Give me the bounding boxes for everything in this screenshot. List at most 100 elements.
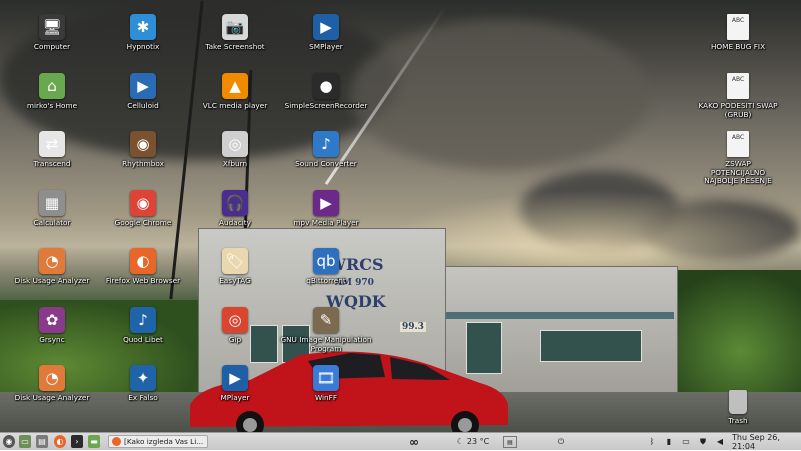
glasses-icon[interactable]: ∞ <box>403 435 425 449</box>
desktop-icon-label: EasyTAG <box>219 276 251 285</box>
transcend-icon: ⇄ <box>39 131 65 157</box>
desktop-icon-camera[interactable]: 📷 Take Screenshot <box>187 14 283 52</box>
document-home-bug-fix[interactable]: ABC HOME BUG FIX <box>690 14 786 52</box>
desktop-icon-label: Calculator <box>33 218 71 227</box>
terminal-icon[interactable]: › <box>71 435 83 448</box>
desktop-icon-disk-usage[interactable]: ◔ Disk Usage Analyzer <box>4 248 100 286</box>
desktop-icon-label: Take Screenshot <box>205 42 265 51</box>
vlc-icon: ▲ <box>222 73 248 99</box>
menu-icon[interactable]: ◉ <box>3 435 15 448</box>
rhythmbox-icon: ◉ <box>130 131 156 157</box>
desktop-icon-label: Trash <box>728 416 748 425</box>
desktop-icon-mpv[interactable]: ▶ mpv Media Player <box>278 190 374 228</box>
ex-falso-icon: ✦ <box>130 365 156 391</box>
desktop-icon-calculator[interactable]: ▦ Calculator <box>4 190 100 228</box>
desktop-icon-firefox[interactable]: ◐ Firefox Web Browser <box>95 248 191 286</box>
desktop-icon-label: Rhythmbox <box>122 159 164 168</box>
audacity-icon: 🎧 <box>222 190 248 216</box>
desktop-icon-screen-recorder[interactable]: ● SimpleScreenRecorder <box>278 73 374 111</box>
cloud <box>350 20 650 170</box>
volume-icon[interactable]: ◀ <box>715 435 725 448</box>
text-document-icon: ABC <box>727 14 749 40</box>
celluloid-icon: ▶ <box>130 73 156 99</box>
desktop-icon-ex-falso[interactable]: ✦ Ex Falso <box>95 365 191 403</box>
desktop-icon-label: WinFF <box>314 393 338 402</box>
clipboard-icon[interactable]: ▭ <box>681 435 691 448</box>
desktop-icon-smplayer[interactable]: ▶ SMPlayer <box>278 14 374 52</box>
desktop-icon-label: Ex Falso <box>128 393 158 402</box>
mplayer-icon: ▶ <box>222 365 248 391</box>
building-windows <box>540 330 642 362</box>
shield-icon[interactable]: ⛊ <box>698 435 708 448</box>
desktop-icon-label: Firefox Web Browser <box>105 276 181 285</box>
desktop-icon-label: SimpleScreenRecorder <box>284 101 368 110</box>
desktop-icon-home-folder[interactable]: ⌂ mirko's Home <box>4 73 100 111</box>
desktop-icon-gip[interactable]: ◎ Gip <box>187 307 283 345</box>
desktop-icon-grsync[interactable]: ✿ Grsync <box>4 307 100 345</box>
window-list-button[interactable]: [Kako izgleda Vas Li... <box>108 435 208 448</box>
desktop-icon-qbittorrent[interactable]: qb qBittorrent <box>278 248 374 286</box>
sound-converter-icon: ♪ <box>313 131 339 157</box>
document-kako-podesiti-swap[interactable]: ABC KAKO PODESITI SWAP (GRUB) <box>690 73 786 119</box>
desktop-icon-sound-converter[interactable]: ♪ Sound Converter <box>278 131 374 169</box>
desktop-icon-monitor[interactable]: 🖥 Computer <box>4 14 100 52</box>
desktop-icon-easytag[interactable]: 🏷 EasyTAG <box>187 248 283 286</box>
desktop-icon-label: HOME BUG FIX <box>710 42 766 51</box>
desktop-icon-transcend[interactable]: ⇄ Transcend <box>4 131 100 169</box>
moon-icon: ☾ <box>456 437 464 446</box>
desktop-icon-label: Grsync <box>39 335 65 344</box>
desktop-icon-label: Sound Converter <box>295 159 357 168</box>
desktop-icon-chrome[interactable]: ◉ Google Chrome <box>95 190 191 228</box>
desktop-icon-label: Computer <box>33 42 71 51</box>
desktop-icon-label: qBittorrent <box>306 276 346 285</box>
desktop-icon-label: VLC media player <box>202 101 268 110</box>
hypnotix-icon: ✱ <box>130 14 156 40</box>
network-icon[interactable]: ▮ <box>664 435 674 448</box>
desktop-icon-label: GNU Image Manipulation Program <box>280 335 372 353</box>
easytag-icon: 🏷 <box>222 248 248 274</box>
temperature: 23 °C <box>466 437 490 446</box>
desktop-icon-label: mpv Media Player <box>293 218 359 227</box>
firefox-icon <box>112 437 121 446</box>
desktop-icon-mplayer[interactable]: ▶ MPlayer <box>187 365 283 403</box>
desktop-icon-disk-usage[interactable]: ◔ Disk Usage Analyzer <box>4 365 100 403</box>
building-awning <box>442 312 674 319</box>
desktop-icon-winff[interactable]: 🎞 WinFF <box>278 365 374 403</box>
desktop-icon-label: MPlayer <box>220 393 250 402</box>
mpv-icon: ▶ <box>313 190 339 216</box>
desktop-icon-label: Xfburn <box>222 159 248 168</box>
desktop-icon-vlc[interactable]: ▲ VLC media player <box>187 73 283 111</box>
desktop-icon-label: Gip <box>228 335 242 344</box>
desktop-icon-label: Audacity <box>219 218 251 227</box>
desktop-icon-quod-libet[interactable]: ♪ Quod Libet <box>95 307 191 345</box>
firefox-icon[interactable]: ◐ <box>54 435 66 448</box>
files-icon[interactable]: ▤ <box>36 435 48 448</box>
desktop-icon-label: SMPlayer <box>309 42 343 51</box>
desktop-icon-hypnotix[interactable]: ✱ Hypnotix <box>95 14 191 52</box>
trash-icon <box>729 390 747 414</box>
text-document-icon: ABC <box>727 73 749 99</box>
clock[interactable]: Thu Sep 26, 21:04 <box>732 433 798 451</box>
show-desktop-icon[interactable]: ▭ <box>19 435 31 448</box>
folder-icon[interactable]: ▬ <box>88 435 100 448</box>
desktop-icon-celluloid[interactable]: ▶ Celluloid <box>95 73 191 111</box>
desktop-icon-rhythmbox[interactable]: ◉ Rhythmbox <box>95 131 191 169</box>
chrome-icon: ◉ <box>130 190 156 216</box>
firefox-icon: ◐ <box>130 248 156 274</box>
bluetooth-icon[interactable]: ᛒ <box>647 435 657 448</box>
home-folder-icon: ⌂ <box>39 73 65 99</box>
disc-burn-icon: ◎ <box>222 131 248 157</box>
desktop-icon-label: Disk Usage Analyzer <box>14 393 90 402</box>
desktop-icon-disc-burn[interactable]: ◎ Xfburn <box>187 131 283 169</box>
power-icon[interactable]: ⏻ <box>555 435 567 448</box>
document-zswap[interactable]: ABC ZSWAP POTENCIJALNO NAJBOLJE RESENJE <box>690 131 786 186</box>
weather-applet[interactable]: ☾ 23 °C <box>453 435 493 448</box>
calendar-icon[interactable]: ▤ <box>503 436 517 448</box>
taskbar: ◉ ▭ ▤ ◐ › ▬ [Kako izgleda Vas Li... ∞ ☾ … <box>0 432 801 451</box>
gimp-icon: ✎ <box>313 307 339 333</box>
desktop-icon-gimp[interactable]: ✎ GNU Image Manipulation Program <box>278 307 374 353</box>
desktop-icon-audacity[interactable]: 🎧 Audacity <box>187 190 283 228</box>
winff-icon: 🎞 <box>313 365 339 391</box>
trash[interactable]: Trash <box>690 390 786 426</box>
disk-usage-icon: ◔ <box>39 365 65 391</box>
